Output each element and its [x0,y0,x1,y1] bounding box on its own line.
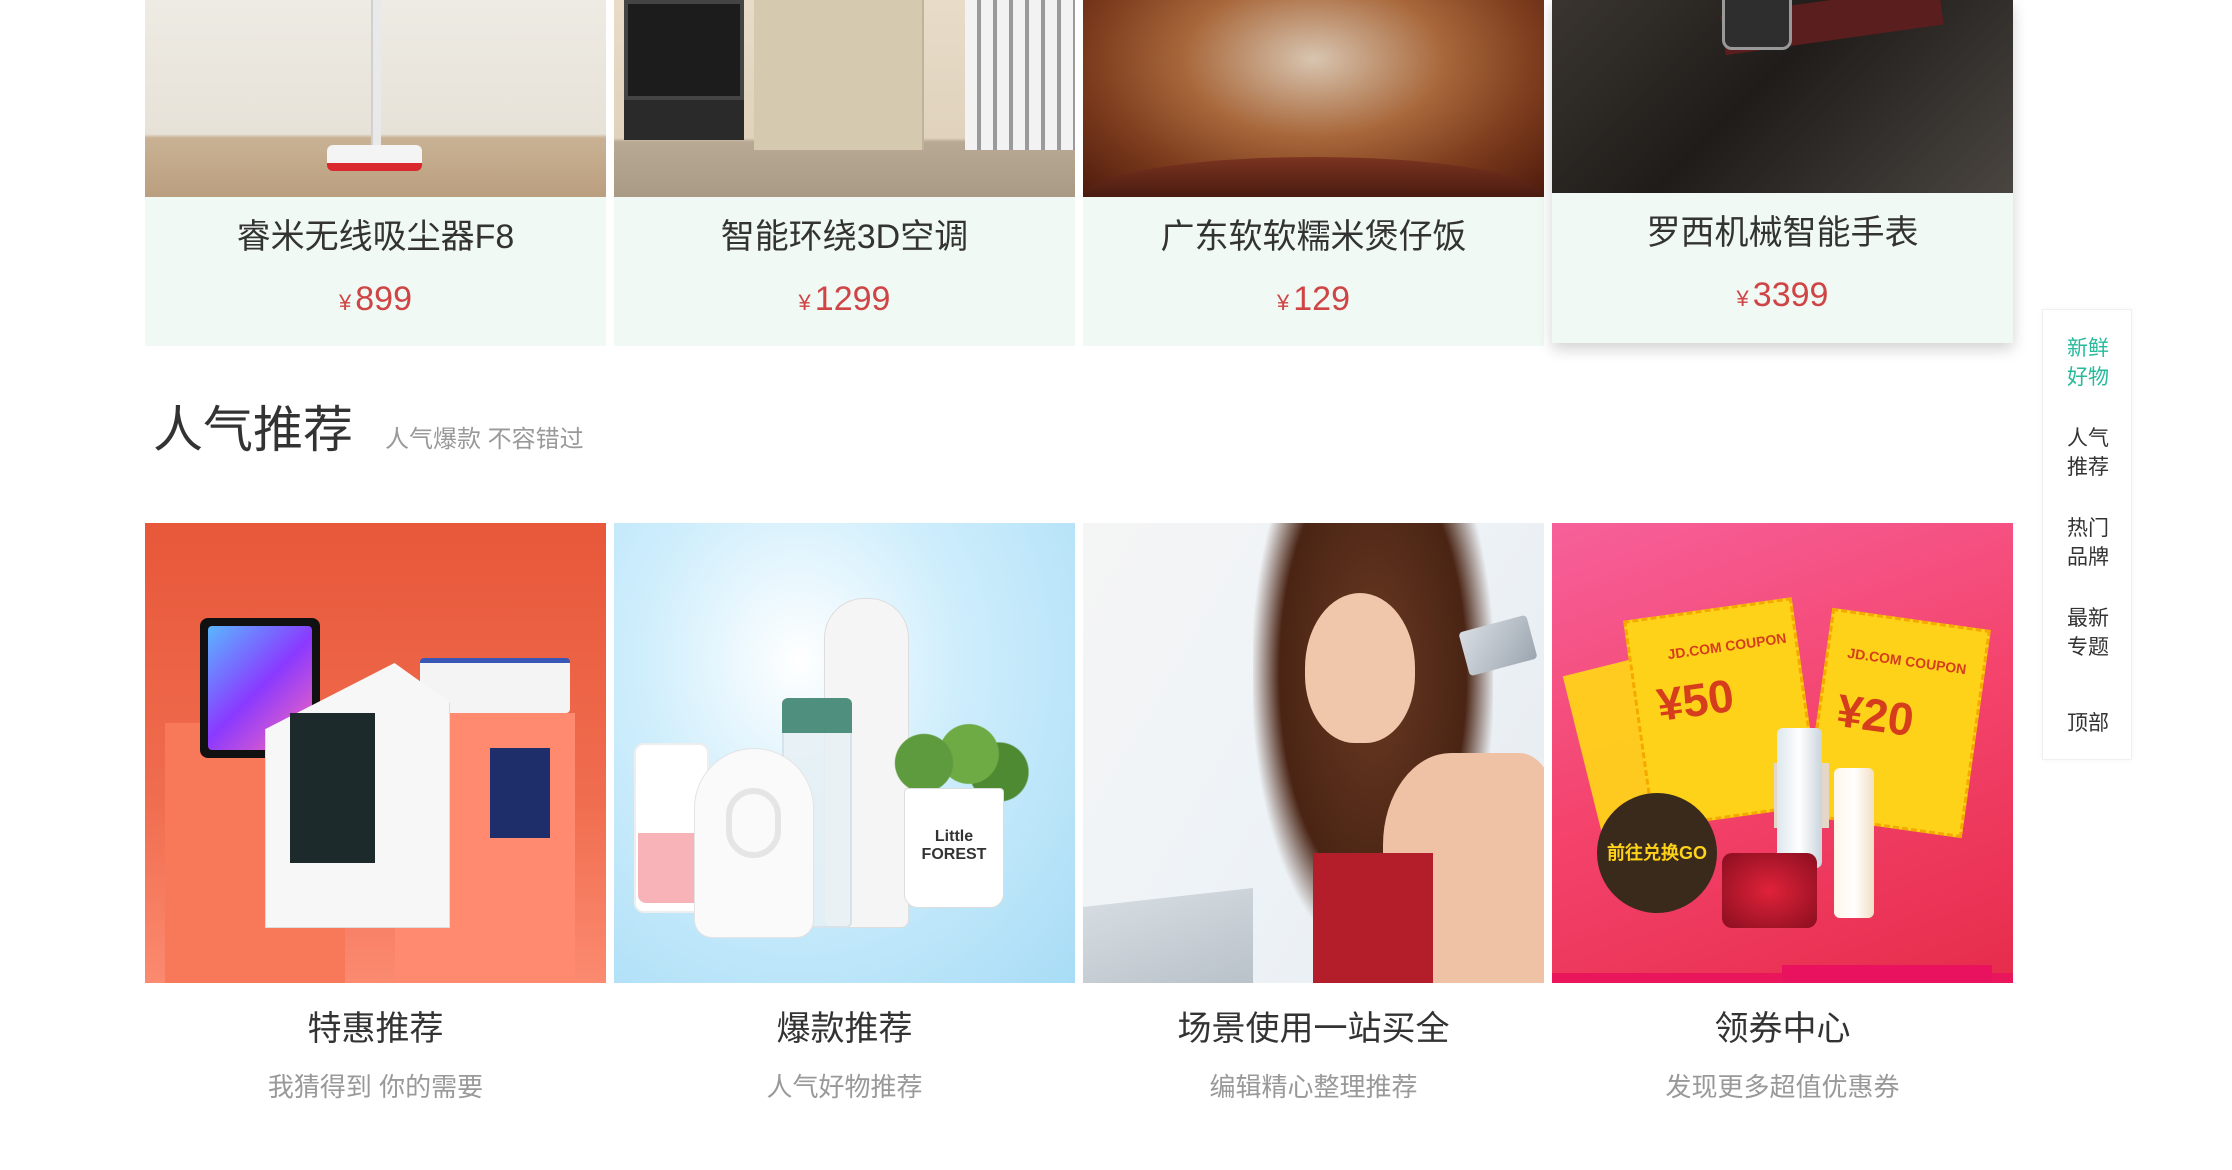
popular-name: 爆款推荐 [776,1010,913,1048]
coupon-image: JD.COM COUPON JD.COM COUPON ¥50 ¥20 前往兑换… [1552,523,2013,983]
product-price: ¥899 [339,280,412,318]
product-name: 智能环绕3D空调 [720,218,969,256]
popular-card[interactable]: Little FOREST 爆款推荐 人气好物推荐 [614,523,1075,1103]
popular-desc: 我猜得到 你的需要 [267,1072,484,1102]
side-nav-item-brands[interactable]: 热门 品牌 [2043,514,2133,572]
product-name: 罗西机械智能手表 [1646,214,1919,252]
side-nav-item-popular[interactable]: 人气 推荐 [2043,424,2133,482]
floating-side-nav: 新鲜 好物 人气 推荐 热门 品牌 最新 专题 顶部 [2042,309,2132,760]
fresh-goods-card[interactable]: 睿米无线吸尘器F8 ¥899 [145,0,606,346]
pot-label: Little FOREST [921,828,987,863]
popular-name: 领券中心 [1714,1010,1851,1048]
popular-desc: 编辑精心整理推荐 [1209,1072,1418,1102]
product-price: ¥129 [1277,280,1350,318]
shopping-woman-image [1083,523,1544,983]
popular-section-header: 人气推荐 人气爆款 不容错过 [153,400,584,460]
claypot-rice-image [1083,0,1544,197]
fresh-goods-card[interactable]: 广东软软糯米煲仔饭 ¥129 [1083,0,1544,346]
back-to-top-button[interactable]: 顶部 [2043,709,2133,738]
fresh-goods-card-hovered[interactable]: 罗西机械智能手表 ¥3399 [1552,0,2013,343]
kitchen-appliance-image [614,0,1075,197]
side-nav-item-fresh[interactable]: 新鲜 好物 [2043,334,2133,392]
popular-card[interactable]: JD.COM COUPON JD.COM COUPON ¥50 ¥20 前往兑换… [1552,523,2013,1103]
product-name: 睿米无线吸尘器F8 [236,218,515,256]
electronics-image [145,523,606,983]
popular-list: 特惠推荐 我猜得到 你的需要 Little FOREST 爆款推荐 人气好物推荐… [145,523,2015,1103]
coupon-value: ¥20 [1833,683,1917,747]
side-nav-item-topics[interactable]: 最新 专题 [2043,604,2133,662]
vacuum-cleaner-image [145,0,606,197]
coupon-value: ¥50 [1653,668,1737,732]
popular-card[interactable]: 特惠推荐 我猜得到 你的需要 [145,523,606,1103]
product-price: ¥3399 [1736,276,1829,314]
smart-watch-image [1552,0,2013,193]
popular-desc: 发现更多超值优惠券 [1665,1072,1900,1102]
section-title: 人气推荐 [153,402,353,458]
product-price: ¥1299 [798,280,891,318]
popular-desc: 人气好物推荐 [766,1072,923,1102]
popular-name: 场景使用一站买全 [1177,1010,1450,1048]
section-subtitle: 人气爆款 不容错过 [385,426,584,453]
fresh-goods-card[interactable]: 智能环绕3D空调 ¥1299 [614,0,1075,346]
fresh-goods-list: 睿米无线吸尘器F8 ¥899 智能环绕3D空调 ¥1299 广东软软糯米煲仔饭 … [145,0,2015,346]
go-badge: 前往兑换GO [1597,793,1717,913]
product-name: 广东软软糯米煲仔饭 [1160,218,1467,256]
popular-name: 特惠推荐 [307,1010,444,1048]
home-goods-image: Little FOREST [614,523,1075,983]
popular-card[interactable]: 场景使用一站买全 编辑精心整理推荐 [1083,523,1544,1103]
